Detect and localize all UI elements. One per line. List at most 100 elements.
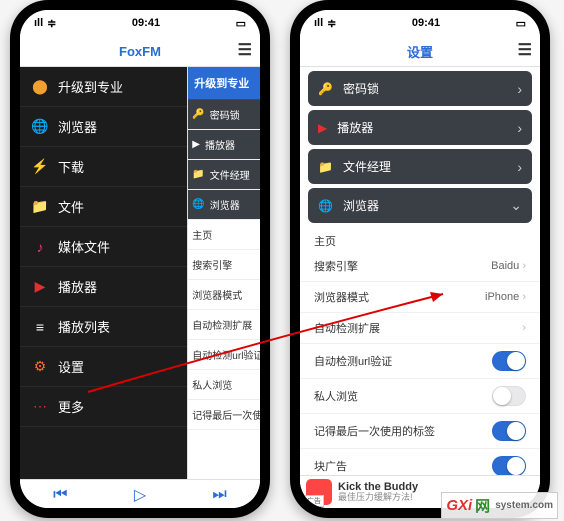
app-title: FoxFM [119,44,161,59]
card-row-2[interactable]: 📁 文件经理 › [308,149,532,184]
sidebar-item-icon: ⚙ [32,359,48,375]
next-track-icon[interactable]: ⏭ [212,486,226,504]
sidebar-item-icon: ⬤ [32,79,48,95]
sidebar-item-icon: ⋯ [32,399,48,415]
status-time: 09:41 [132,17,160,29]
setting-value: Baidu › [491,260,526,272]
hamburger-icon[interactable]: ☰ [238,40,252,60]
ad-banner[interactable]: 广告 Kick the Buddy 最佳压力缓解方法! [300,475,540,487]
setting-row-0[interactable]: 搜索引擎Baidu › [300,251,540,282]
panel-row-0[interactable]: 🔑密码锁 [188,100,260,130]
sidebar-item-label: 下载 [58,157,84,176]
status-time: 09:41 [412,17,440,29]
chevron-right-icon: › [522,291,526,303]
panel-sub-5[interactable]: 私人浏览 [188,370,260,400]
sidebar-item-icon: 📁 [32,199,48,215]
settings-slideout: 升级到专业 🔑密码锁 ▶ 播放器 📁文件经理 🌐 浏览器 主页搜索引擎浏览器模式自动检测扩… [187,67,260,479]
sidebar-item-label: 升级到专业 [58,77,123,96]
card-icon: 🌐 [318,199,333,213]
setting-label: 块广告 [314,458,347,474]
phone-right: ıll ≑ 09:41 ▭ 设置 ☰ 🔑密码锁›▶播放器›📁文件经理›🌐浏览器⌄… [290,0,550,518]
panel-sub-6[interactable]: 记得最后一次使 [188,400,260,430]
prev-track-icon[interactable]: ⏮ [53,486,67,504]
panel-row-2[interactable]: 📁文件经理 [188,160,260,190]
nav-bar-right: 设置 ☰ [300,36,540,67]
sidebar-item-4[interactable]: ♪媒体文件 [20,227,187,267]
card-icon: 🔑 [318,82,333,96]
playback-bar: ⏮ ▷ ⏭ [20,479,260,508]
card-label: 密码锁 [343,80,379,97]
play-icon[interactable]: ▷ [134,485,146,505]
setting-label: 私人浏览 [314,388,358,404]
wifi-icon: ≑ [47,17,56,30]
wifi-icon: ≑ [327,17,336,30]
battery-icon: ▭ [236,17,246,30]
sidebar-item-label: 更多 [58,397,84,416]
panel-row-1[interactable]: ▶ 播放器 [188,130,260,160]
sidebar-item-8[interactable]: ⋯ 更多 [20,387,187,427]
setting-row-4[interactable]: 私人浏览 [300,379,540,414]
setting-label: 自动检测url验证 [314,353,392,369]
sidebar-item-icon: ♪ [32,239,48,255]
card-label: 播放器 [337,119,373,136]
card-row-1[interactable]: ▶播放器› [308,110,532,145]
panel-row-label: 播放器 [205,137,235,152]
watermark: GXi网 system.com [441,492,558,519]
toggle-switch[interactable] [492,386,526,406]
panel-row-icon: 🌐 [192,199,204,210]
hamburger-icon[interactable]: ☰ [518,40,532,60]
panel-row-label: 文件经理 [210,167,250,182]
sidebar-item-label: 设置 [58,357,84,376]
section-head-homepage: 主页 [300,227,540,251]
panel-row-icon: ▶ [192,139,200,150]
toggle-switch[interactable] [492,456,526,476]
setting-row-2[interactable]: 自动检测扩展› [300,313,540,344]
upgrade-pill[interactable]: 升级到专业 [188,67,260,100]
sidebar-item-6[interactable]: ≡播放列表 [20,307,187,347]
ad-thumb-icon [306,479,332,487]
setting-row-1[interactable]: 浏览器模式iPhone › [300,282,540,313]
sidebar-item-icon: 🌐 [32,119,48,135]
panel-row-label: 浏览器 [210,197,240,212]
sidebar-item-2[interactable]: ⚡下载 [20,147,187,187]
card-label: 浏览器 [343,197,379,214]
sidebar-item-label: 文件 [58,197,84,216]
status-bar: ıll ≑ 09:41 ▭ [20,10,260,36]
panel-row-3[interactable]: 🌐 浏览器 [188,190,260,220]
signal-icon: ıll [34,17,43,29]
panel-sub-0[interactable]: 主页 [188,220,260,250]
sidebar-item-label: 播放器 [58,277,97,296]
card-row-0[interactable]: 🔑 密码锁 › [308,71,532,106]
panel-row-icon: 🔑 [192,109,204,120]
sidebar-item-0[interactable]: ⬤ 升级到专业 [20,67,187,107]
chevron-icon: › [517,81,522,97]
nav-bar-left: FoxFM ☰ [20,36,260,67]
toggle-switch[interactable] [492,351,526,371]
sidebar-item-5[interactable]: ▶ 播放器 [20,267,187,307]
chevron-icon: › [517,159,522,175]
setting-label: 自动检测扩展 [314,320,380,336]
signal-icon: ıll [314,17,323,29]
panel-sub-1[interactable]: 搜索引擎 [188,250,260,280]
sidebar-item-icon: ▶ [32,279,48,295]
card-row-3[interactable]: 🌐浏览器⌄ [308,188,532,223]
card-icon: 📁 [318,160,333,174]
panel-sub-2[interactable]: 浏览器模式 [188,280,260,310]
sidebar-item-3[interactable]: 📁 文件 [20,187,187,227]
card-label: 文件经理 [343,158,391,175]
battery-icon: ▭ [516,17,526,30]
sidebar-item-label: 播放列表 [58,317,110,336]
panel-sub-4[interactable]: 自动检测url验证 [188,340,260,370]
setting-value: iPhone › [485,291,526,303]
sidebar: ⬤ 升级到专业 🌐 浏览器 ⚡下载 📁 文件 ♪媒体文件 ▶ 播放器 ≡播放列表 ⚙ 设置 ⋯ 更多 [20,67,187,479]
chevron-icon: › [517,120,522,136]
setting-row-5[interactable]: 记得最后一次使用的标签 [300,414,540,449]
toggle-switch[interactable] [492,421,526,441]
panel-sub-3[interactable]: 自动检测扩展 [188,310,260,340]
sidebar-item-1[interactable]: 🌐 浏览器 [20,107,187,147]
sidebar-item-label: 浏览器 [58,117,97,136]
status-bar: ıll ≑ 09:41 ▭ [300,10,540,36]
setting-row-3[interactable]: 自动检测url验证 [300,344,540,379]
sidebar-item-7[interactable]: ⚙ 设置 [20,347,187,387]
page-title: 设置 [407,42,433,61]
